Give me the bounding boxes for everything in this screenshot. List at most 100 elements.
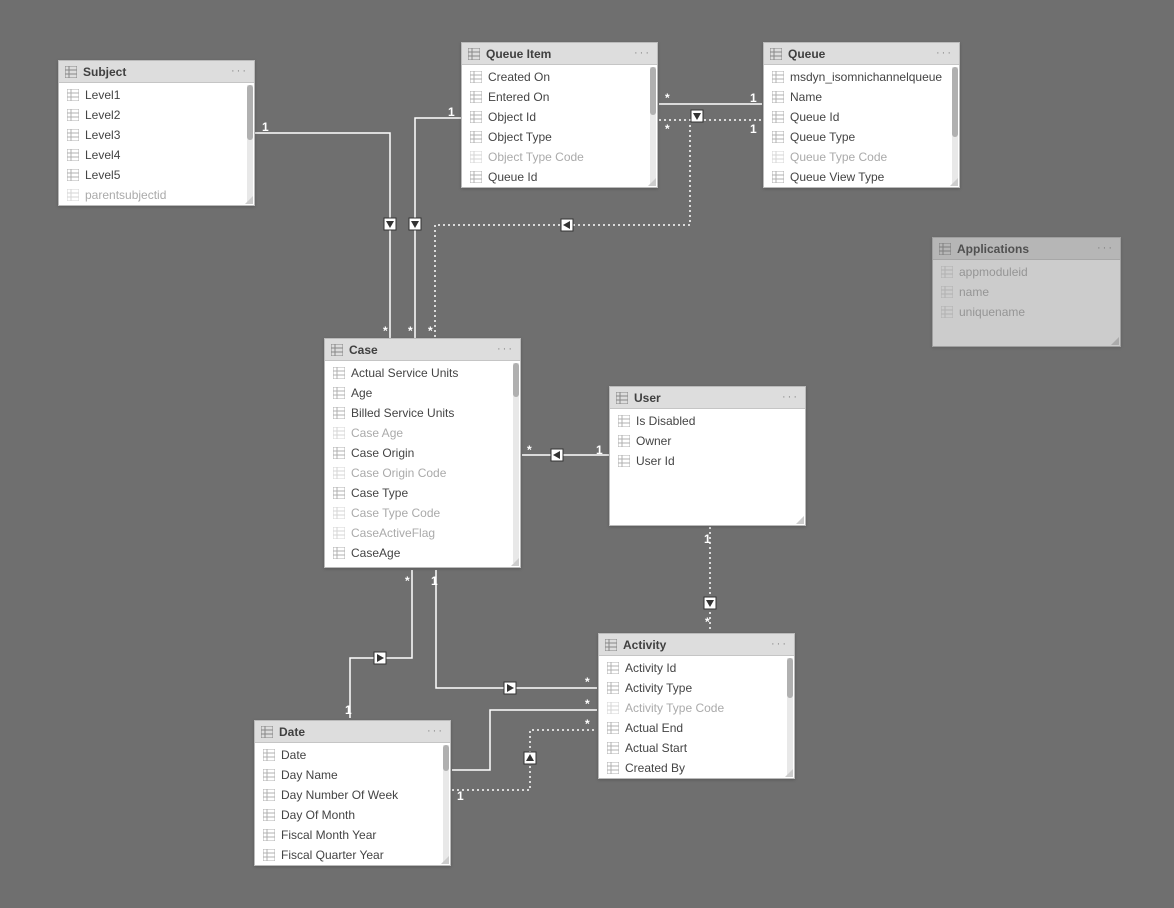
entity-queue[interactable]: Queue ··· msdyn_isomnichannelqueue Name … [763, 42, 960, 188]
card-one-date2: 1 [457, 789, 464, 803]
field-row[interactable]: Fiscal Quarter Year [255, 845, 450, 865]
field-row[interactable]: Case Age [325, 423, 520, 443]
field-row[interactable]: Activity Type Code [599, 698, 794, 718]
resize-handle[interactable] [509, 556, 519, 566]
entity-date[interactable]: Date ··· Date Day Name Day Number Of Wee… [254, 720, 451, 866]
resize-handle[interactable] [1109, 335, 1119, 345]
entity-title: Queue [788, 47, 936, 61]
scrollbar[interactable] [650, 67, 656, 185]
field-row[interactable]: Day Number Of Week [255, 785, 450, 805]
entity-header[interactable]: Queue Item ··· [462, 43, 657, 65]
field-row[interactable]: Day Of Month [255, 805, 450, 825]
field-row[interactable]: Entered On [462, 87, 657, 107]
field-row[interactable]: User Id [610, 451, 805, 471]
scrollbar-thumb[interactable] [247, 85, 253, 140]
field-row[interactable]: Name [764, 87, 959, 107]
entity-subject[interactable]: Subject ··· Level1 Level2 Level3 Level4 … [58, 60, 255, 206]
scrollbar[interactable] [952, 67, 958, 185]
resize-handle[interactable] [243, 194, 253, 204]
entity-title: Applications [957, 242, 1097, 256]
more-icon[interactable]: ··· [497, 347, 514, 353]
field-row[interactable]: Queue Id [764, 107, 959, 127]
field-row[interactable]: Queue View Type [764, 167, 959, 187]
entity-header[interactable]: Queue ··· [764, 43, 959, 65]
field-row[interactable]: Case Type Code [325, 503, 520, 523]
field-row[interactable]: Object Type [462, 127, 657, 147]
field-row[interactable]: Case Origin [325, 443, 520, 463]
field-row[interactable]: Object Id [462, 107, 657, 127]
resize-handle[interactable] [948, 176, 958, 186]
scrollbar-thumb[interactable] [787, 658, 793, 698]
field-row[interactable]: msdyn_isomnichannelqueue [764, 67, 959, 87]
entity-header[interactable]: Activity ··· [599, 634, 794, 656]
entity-applications[interactable]: Applications ··· appmoduleid name unique… [932, 237, 1121, 347]
field-label: Level4 [85, 148, 120, 162]
entity-header[interactable]: Date ··· [255, 721, 450, 743]
column-icon [607, 722, 619, 734]
field-row[interactable]: Level2 [59, 105, 254, 125]
field-row[interactable]: appmoduleid [933, 262, 1120, 282]
diagram-canvas[interactable]: 1 * 1 * * 1 * 1 * 1 * 1 * 1 * [0, 0, 1174, 908]
field-row[interactable]: Level1 [59, 85, 254, 105]
more-icon[interactable]: ··· [231, 69, 248, 75]
more-icon[interactable]: ··· [782, 395, 799, 401]
more-icon[interactable]: ··· [936, 51, 953, 57]
field-label: uniquename [959, 305, 1025, 319]
field-label: Fiscal Quarter Year [281, 848, 384, 862]
field-row[interactable]: Level4 [59, 145, 254, 165]
field-row[interactable]: Created On [462, 67, 657, 87]
field-row[interactable]: Age [325, 383, 520, 403]
scrollbar[interactable] [513, 363, 519, 563]
field-row[interactable]: Queue Type [764, 127, 959, 147]
field-row[interactable]: Case Type [325, 483, 520, 503]
scrollbar-thumb[interactable] [952, 67, 958, 137]
field-row[interactable]: Level3 [59, 125, 254, 145]
entity-queue-item[interactable]: Queue Item ··· Created On Entered On Obj… [461, 42, 658, 188]
field-row[interactable]: Activity Type [599, 678, 794, 698]
field-row[interactable]: Created By [599, 758, 794, 778]
entity-header[interactable]: Subject ··· [59, 61, 254, 83]
field-row[interactable]: parentsubjectid [59, 185, 254, 205]
entity-user[interactable]: User ··· Is Disabled Owner User Id [609, 386, 806, 526]
scrollbar[interactable] [787, 658, 793, 776]
more-icon[interactable]: ··· [634, 51, 651, 57]
scrollbar-thumb[interactable] [513, 363, 519, 397]
field-row[interactable]: Activity Id [599, 658, 794, 678]
field-row[interactable]: Actual Start [599, 738, 794, 758]
more-icon[interactable]: ··· [771, 642, 788, 648]
entity-header[interactable]: Applications ··· [933, 238, 1120, 260]
field-row[interactable]: Object Type Code [462, 147, 657, 167]
field-row[interactable]: Actual Service Units [325, 363, 520, 383]
scrollbar[interactable] [443, 745, 449, 863]
field-row[interactable]: Day Name [255, 765, 450, 785]
scrollbar-thumb[interactable] [650, 67, 656, 115]
entity-header[interactable]: Case ··· [325, 339, 520, 361]
column-icon [67, 89, 79, 101]
field-row[interactable]: CaseAge [325, 543, 520, 563]
more-icon[interactable]: ··· [427, 729, 444, 735]
field-row[interactable]: Case Origin Code [325, 463, 520, 483]
entity-activity[interactable]: Activity ··· Activity Id Activity Type A… [598, 633, 795, 779]
entity-case[interactable]: Case ··· Actual Service Units Age Billed… [324, 338, 521, 568]
resize-handle[interactable] [439, 854, 449, 864]
entity-header[interactable]: User ··· [610, 387, 805, 409]
resize-handle[interactable] [794, 514, 804, 524]
field-row[interactable]: Owner [610, 431, 805, 451]
field-row[interactable]: Queue Type Code [764, 147, 959, 167]
field-row[interactable]: Queue Id [462, 167, 657, 187]
more-icon[interactable]: ··· [1097, 246, 1114, 252]
field-row[interactable]: CaseActiveFlag [325, 523, 520, 543]
field-row[interactable]: Billed Service Units [325, 403, 520, 423]
field-row[interactable]: Level5 [59, 165, 254, 185]
field-row[interactable]: Is Disabled [610, 411, 805, 431]
field-row[interactable]: name [933, 282, 1120, 302]
table-icon [468, 48, 480, 60]
field-row[interactable]: Fiscal Month Year [255, 825, 450, 845]
resize-handle[interactable] [646, 176, 656, 186]
field-row[interactable]: Actual End [599, 718, 794, 738]
scrollbar[interactable] [247, 85, 253, 203]
resize-handle[interactable] [783, 767, 793, 777]
scrollbar-thumb[interactable] [443, 745, 449, 771]
field-row[interactable]: Date [255, 745, 450, 765]
field-row[interactable]: uniquename [933, 302, 1120, 322]
